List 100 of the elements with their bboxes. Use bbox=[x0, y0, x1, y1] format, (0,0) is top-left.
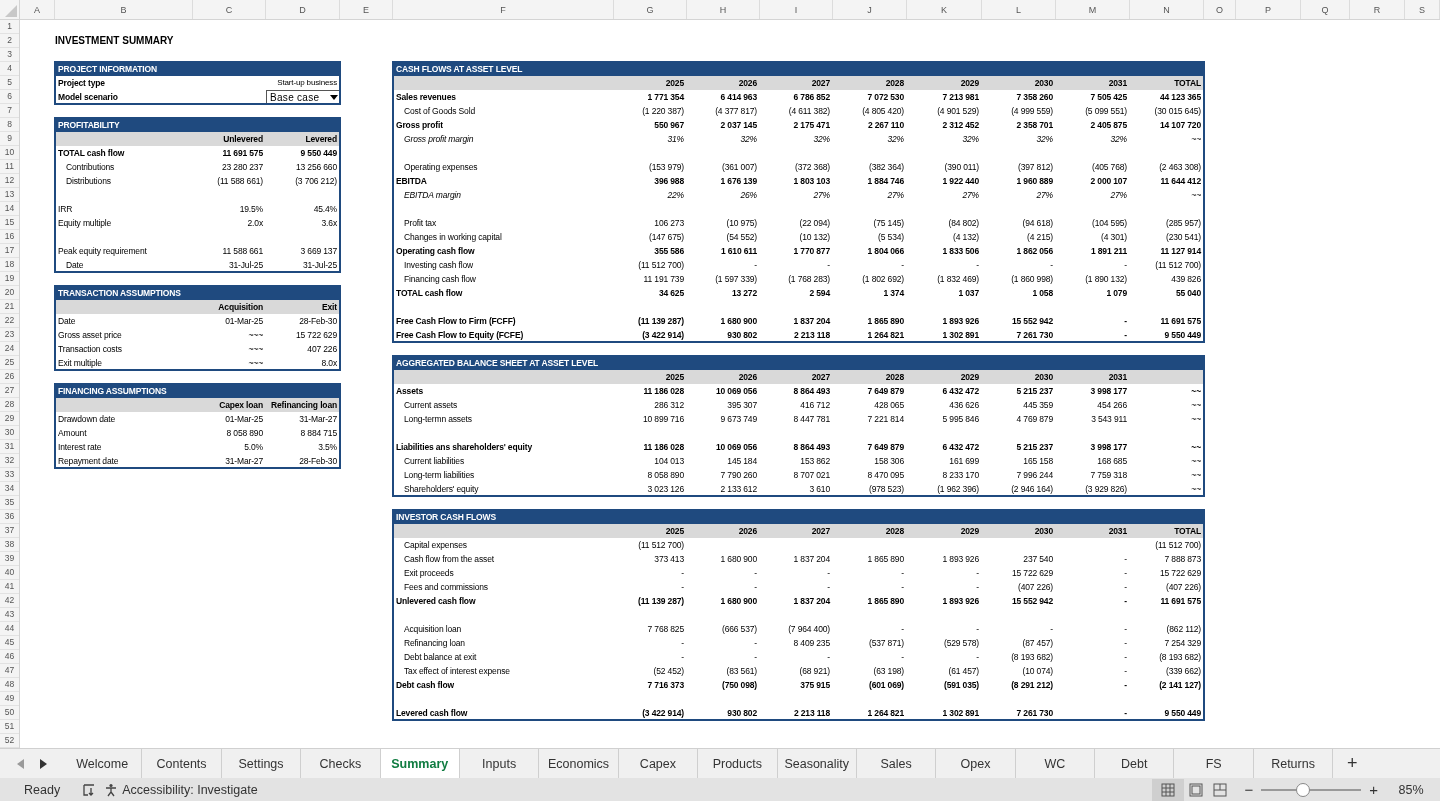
column-letter[interactable]: P bbox=[1236, 0, 1301, 19]
select-all-icon[interactable] bbox=[5, 5, 17, 17]
row-number[interactable]: 13 bbox=[0, 188, 19, 202]
row-number[interactable]: 42 bbox=[0, 594, 19, 608]
row-number[interactable]: 27 bbox=[0, 384, 19, 398]
row-number[interactable]: 49 bbox=[0, 692, 19, 706]
grid-view-icon[interactable] bbox=[1152, 778, 1185, 801]
row-number[interactable]: 25 bbox=[0, 356, 19, 370]
table-cell: - bbox=[1124, 652, 1127, 662]
column-letter[interactable]: M bbox=[1056, 0, 1130, 19]
table-cell: 1 680 900 bbox=[720, 316, 757, 326]
row-number[interactable]: 15 bbox=[0, 216, 19, 230]
row-number[interactable]: 1 bbox=[0, 20, 19, 34]
table-cell: 7 716 373 bbox=[647, 680, 684, 690]
row-number[interactable]: 40 bbox=[0, 566, 19, 580]
scenario-dropdown[interactable]: Base case bbox=[266, 90, 340, 104]
macro-icon[interactable] bbox=[82, 782, 97, 797]
column-letter[interactable]: F bbox=[393, 0, 614, 19]
row-number[interactable]: 28 bbox=[0, 398, 19, 412]
row-number[interactable]: 2 bbox=[0, 34, 19, 48]
row-number[interactable]: 34 bbox=[0, 482, 19, 496]
row-number[interactable]: 5 bbox=[0, 76, 19, 90]
row-number[interactable]: 39 bbox=[0, 552, 19, 566]
right-arrow-icon[interactable] bbox=[38, 758, 47, 769]
table-cell: 1 680 900 bbox=[720, 596, 757, 606]
row-number[interactable]: 8 bbox=[0, 118, 19, 132]
column-letter[interactable]: J bbox=[833, 0, 907, 19]
table-cell: 15 552 942 bbox=[1011, 316, 1053, 326]
row-number[interactable]: 24 bbox=[0, 342, 19, 356]
table-cell: 7 358 260 bbox=[1016, 92, 1053, 102]
column-letter[interactable]: N bbox=[1130, 0, 1204, 19]
table-cell: (87 457) bbox=[1022, 638, 1053, 648]
table-cell: 11 588 661 bbox=[222, 246, 263, 256]
row-number[interactable]: 51 bbox=[0, 720, 19, 734]
row-number[interactable]: 16 bbox=[0, 230, 19, 244]
table-cell: (8 291 212) bbox=[1011, 680, 1053, 690]
column-letter[interactable]: O bbox=[1204, 0, 1236, 19]
row-number[interactable]: 26 bbox=[0, 370, 19, 384]
row-number[interactable]: 9 bbox=[0, 132, 19, 146]
row-number[interactable]: 21 bbox=[0, 300, 19, 314]
row-number[interactable]: 19 bbox=[0, 272, 19, 286]
row-number[interactable]: 37 bbox=[0, 524, 19, 538]
column-letter[interactable]: K bbox=[907, 0, 982, 19]
table-cell: ~~ bbox=[1191, 190, 1201, 200]
row-number[interactable]: 4 bbox=[0, 62, 19, 76]
table-cell: (22 094) bbox=[799, 218, 830, 228]
row-number[interactable]: 23 bbox=[0, 328, 19, 342]
table-cell: (4 805 420) bbox=[862, 106, 904, 116]
row-number[interactable]: 44 bbox=[0, 622, 19, 636]
row-number[interactable]: 31 bbox=[0, 440, 19, 454]
column-letter[interactable]: D bbox=[266, 0, 340, 19]
column-letter[interactable]: G bbox=[614, 0, 687, 19]
row-number[interactable]: 41 bbox=[0, 580, 19, 594]
table-cell: 27% bbox=[1036, 190, 1053, 200]
sheet-tab[interactable]: Summary bbox=[380, 749, 460, 778]
column-letter[interactable]: I bbox=[760, 0, 833, 19]
row-number[interactable]: 7 bbox=[0, 104, 19, 118]
row-number[interactable]: 46 bbox=[0, 650, 19, 664]
accessibility-button[interactable]: Accessibility: Investigate bbox=[104, 782, 258, 797]
table-cell: 416 712 bbox=[800, 400, 830, 410]
row-number[interactable]: 6 bbox=[0, 90, 19, 104]
row-number[interactable]: 45 bbox=[0, 636, 19, 650]
row-number[interactable]: 50 bbox=[0, 706, 19, 720]
row-number[interactable]: 18 bbox=[0, 258, 19, 272]
column-letter[interactable]: S bbox=[1405, 0, 1440, 19]
zoom-out-button[interactable]: − bbox=[1240, 781, 1258, 798]
column-letter[interactable]: L bbox=[982, 0, 1056, 19]
row-number[interactable]: 47 bbox=[0, 664, 19, 678]
row-number[interactable]: 11 bbox=[0, 160, 19, 174]
row-number[interactable]: 38 bbox=[0, 538, 19, 552]
row-number[interactable]: 20 bbox=[0, 286, 19, 300]
table-cell: (10 074) bbox=[1022, 666, 1053, 676]
add-sheet-button[interactable]: + bbox=[1333, 749, 1372, 778]
row-number[interactable]: 22 bbox=[0, 314, 19, 328]
column-letter[interactable]: H bbox=[687, 0, 760, 19]
column-letter[interactable]: Q bbox=[1301, 0, 1350, 19]
row-number[interactable]: 29 bbox=[0, 412, 19, 426]
row-number[interactable]: 17 bbox=[0, 244, 19, 258]
row-number[interactable]: 43 bbox=[0, 608, 19, 622]
table-cell: (8 193 682) bbox=[1011, 652, 1053, 662]
table-cell: 32% bbox=[887, 134, 904, 144]
column-letter[interactable]: E bbox=[340, 0, 393, 19]
row-number[interactable]: 12 bbox=[0, 174, 19, 188]
row-number[interactable]: 14 bbox=[0, 202, 19, 216]
row-number[interactable]: 32 bbox=[0, 454, 19, 468]
row-number[interactable]: 10 bbox=[0, 146, 19, 160]
zoom-in-button[interactable]: + bbox=[1365, 781, 1382, 798]
column-letter[interactable]: C bbox=[193, 0, 266, 19]
row-number[interactable]: 30 bbox=[0, 426, 19, 440]
row-number[interactable]: 48 bbox=[0, 678, 19, 692]
row-number[interactable]: 35 bbox=[0, 496, 19, 510]
table-cell: 14 107 720 bbox=[1159, 120, 1201, 130]
column-letter[interactable]: R bbox=[1350, 0, 1405, 19]
row-number[interactable]: 36 bbox=[0, 510, 19, 524]
row-number[interactable]: 3 bbox=[0, 48, 19, 62]
row-number[interactable]: 33 bbox=[0, 468, 19, 482]
row-label: Drawdown date bbox=[58, 414, 116, 424]
column-letter[interactable]: A bbox=[20, 0, 55, 19]
left-arrow-icon[interactable] bbox=[16, 758, 25, 769]
column-letter[interactable]: B bbox=[55, 0, 193, 19]
